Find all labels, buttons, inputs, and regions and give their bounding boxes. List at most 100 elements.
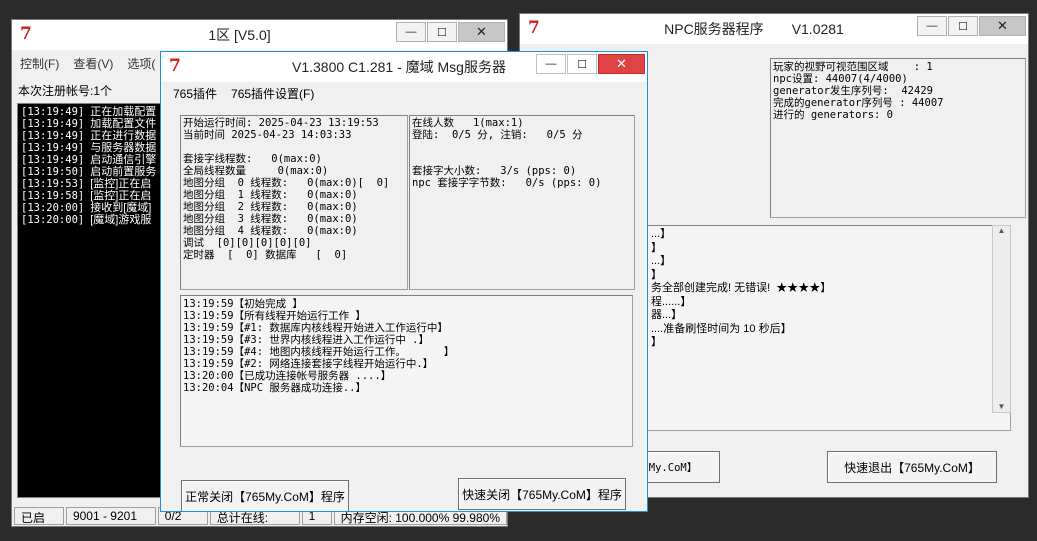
msg-right-info-panel: 在线人数 1(max:1) 登陆: 0/5 分, 注销: 0/5 分套接字大小数:… — [409, 115, 635, 290]
msg-left-info-line: 地图分组 3 线程数: 0(max:0) — [183, 213, 358, 225]
npc-info-line: 完成的generator序列号 : 44007 — [773, 97, 944, 109]
msg-left-info-line: 地图分组 2 线程数: 0(max:0) — [183, 201, 358, 213]
msg-left-info-line: 地图分组 4 线程数: 0(max:0) — [183, 225, 358, 237]
npc-log-line: 务全部创建完成! 无错误! ★★★★】 — [651, 282, 832, 294]
msg-log-line: 13:20:04【NPC 服务器成功连接..】 — [183, 382, 367, 394]
login-menu-bar: 控制(F) 查看(V) 选项( — [20, 55, 155, 72]
msg-left-info-panel: 开始运行时间: 2025-04-23 13:19:53 当前时间 2025-04-… — [180, 115, 408, 290]
close-icon: ✕ — [476, 24, 487, 39]
app-icon: 7 — [169, 56, 181, 76]
npc-window-title: NPC服务器程序 — [664, 21, 764, 37]
maximize-button[interactable]: ☐ — [567, 54, 597, 74]
npc-info-panel: 玩家的视野可视范围区域 : 1 npc设置: 44007(4/4000) gener… — [770, 58, 1026, 218]
msg-left-info-line: 当前时间 2025-04-23 14:03:33 — [183, 129, 352, 141]
minimize-icon: — — [405, 26, 417, 38]
msg-log-line: 13:19:59【所有线程开始运行工作 】 — [183, 310, 366, 322]
scroll-up-icon[interactable]: ▲ — [993, 226, 1010, 235]
log-time: [13:19:49] — [21, 130, 85, 142]
msg-right-info-line: 在线人数 1(max:1) — [412, 117, 524, 129]
close-button[interactable]: ✕ — [598, 54, 645, 74]
msg-right-info-line: 套接字大小数: 3/s (pps: 0) — [412, 165, 577, 177]
npc-info-line: npc设置: 44007(4/4000) — [773, 73, 908, 85]
minimize-button[interactable]: — — [536, 54, 566, 74]
log-time: [13:19:49] — [21, 106, 85, 118]
register-count-label: 本次注册帐号:1个 — [18, 84, 113, 98]
npc-info-line: 进行的 generators: 0 — [773, 109, 894, 121]
msg-window-titlebar[interactable]: 7 V1.3800 C1.281 - 魔域 Msg服务器 — ☐ ✕ — [161, 52, 647, 82]
npc-info-line: 玩家的视野可视范围区域 : 1 — [773, 61, 933, 73]
log-message: 启动通信引擎 — [90, 154, 157, 166]
msg-left-info-line: 调试 [0][0][0][0][0] — [183, 237, 312, 249]
minimize-button[interactable]: — — [396, 22, 426, 42]
msg-right-info-line — [412, 153, 632, 165]
status-port-range: 9001 - 9201 — [65, 507, 156, 525]
app-icon: 7 — [20, 24, 32, 44]
msg-log-line: 13:20:00【已成功连接帐号服务器 ....】 — [183, 370, 392, 382]
login-window-titlebar[interactable]: 7 1区 [V5.0] — ☐ ✕ — [12, 20, 507, 50]
npc-log-line: ...】 — [651, 228, 672, 240]
npc-log-line: 】 — [651, 268, 662, 281]
msg-left-info-line: 开始运行时间: 2025-04-23 13:19:53 — [183, 117, 379, 129]
npc-log-scrollbar[interactable]: ▲ ▼ — [992, 225, 1011, 413]
log-time: [13:19:53] — [21, 178, 85, 190]
msg-left-info-line: 定时器 [ 0] 数据库 [ 0] — [183, 249, 348, 261]
msg-right-info-line: npc 套接字字节数: 0/s (pps: 0) — [412, 177, 602, 189]
fast-exit-button[interactable]: 快速退出【765My.CoM】 — [827, 451, 997, 483]
msg-left-info-line: 地图分组 0 线程数: 0(max:0)[ 0] — [183, 177, 390, 189]
scroll-down-icon[interactable]: ▼ — [993, 402, 1010, 411]
npc-log-line: 程......】 — [651, 295, 692, 308]
log-time: [13:19:58] — [21, 190, 85, 202]
menu-view[interactable]: 查看(V) — [73, 55, 113, 72]
msg-log-line: 13:19:59【#1: 数据库内核线程开始进入工作运行中】 — [183, 322, 448, 334]
close-button[interactable]: ✕ — [979, 16, 1026, 36]
menu-765-plugin[interactable]: 765插件 — [173, 85, 217, 102]
fast-close-button[interactable]: 快速关闭【765My.CoM】程序 — [458, 478, 626, 510]
log-message: 加载配置文件 — [90, 118, 157, 130]
msg-right-info-line — [412, 141, 632, 153]
log-message: [监控]正在启 — [90, 190, 152, 202]
minimize-button[interactable]: — — [917, 16, 947, 36]
log-message: 与服务器数据 — [90, 142, 157, 154]
maximize-icon: ☐ — [577, 58, 587, 71]
npc-log-line: ...】 — [651, 255, 672, 267]
menu-765-plugin-settings[interactable]: 765插件设置(F) — [231, 85, 314, 102]
menu-control[interactable]: 控制(F) — [20, 55, 59, 72]
msg-left-info-line: 套接字线程数: 0(max:0) — [183, 153, 322, 165]
msg-server-window: 7 V1.3800 C1.281 - 魔域 Msg服务器 — ☐ ✕ 765插件… — [160, 51, 648, 512]
status-started: 已启动 — [14, 507, 64, 525]
msg-menu-bar: 765插件 765插件设置(F) — [173, 85, 314, 102]
maximize-button[interactable]: ☐ — [948, 16, 978, 36]
maximize-button[interactable]: ☐ — [427, 22, 457, 42]
log-message: 接收到[魔域] — [90, 202, 152, 214]
msg-log-panel[interactable]: 13:19:59【初始完成 】 13:19:59【所有线程开始运行工作 】 13:1… — [180, 295, 633, 447]
log-message: 正在加载配置 — [90, 106, 157, 118]
npc-log-line: 】 — [651, 336, 662, 348]
app-icon: 7 — [528, 18, 540, 38]
npc-window-titlebar[interactable]: 7 NPC服务器程序 V1.0281 — ☐ ✕ — [520, 14, 1028, 44]
npc-window-version: V1.0281 — [791, 21, 844, 37]
maximize-icon: ☐ — [437, 26, 447, 39]
msg-left-info-line: 地图分组 1 线程数: 0(max:0) — [183, 189, 358, 201]
msg-window-title: V1.3800 C1.281 - 魔域 Msg服务器 — [292, 59, 506, 75]
close-icon: ✕ — [616, 56, 627, 71]
normal-close-button[interactable]: 正常关闭【765My.CoM】程序 — [181, 480, 349, 511]
npc-info-line: generator发生序列号: 42429 — [773, 85, 933, 97]
minimize-icon: — — [926, 20, 938, 32]
log-message: [魔域]游戏服 — [90, 214, 152, 226]
menu-options[interactable]: 选项( — [127, 55, 155, 72]
close-button[interactable]: ✕ — [458, 22, 505, 42]
msg-left-info-line — [183, 141, 405, 153]
msg-left-info-line: 全局线程数量 0(max:0) — [183, 165, 329, 177]
log-message: 正在进行数据 — [90, 130, 157, 142]
log-time: [13:19:50] — [21, 166, 85, 178]
log-message: 启动前置服务 — [90, 166, 157, 178]
msg-log-line: 13:19:59【#3: 世界内核线程进入工作运行中 .】 — [183, 334, 430, 346]
login-window-title: 1区 [V5.0] — [208, 27, 271, 43]
msg-log-line: 13:19:59【#2: 网络连接套接字线程开始运行中.】 — [183, 358, 434, 370]
npc-log-line: 器...】 — [651, 309, 683, 321]
npc-log-panel[interactable]: ...】】...】】务全部创建完成! 无错误! ★★★★】 程......】 器..… — [646, 225, 1011, 431]
log-time: [13:20:00] — [21, 214, 85, 226]
close-icon: ✕ — [997, 18, 1008, 33]
msg-log-line: 13:19:59【#4: 地图内核线程开始运行工作。 】 — [183, 346, 455, 358]
maximize-icon: ☐ — [958, 20, 968, 33]
